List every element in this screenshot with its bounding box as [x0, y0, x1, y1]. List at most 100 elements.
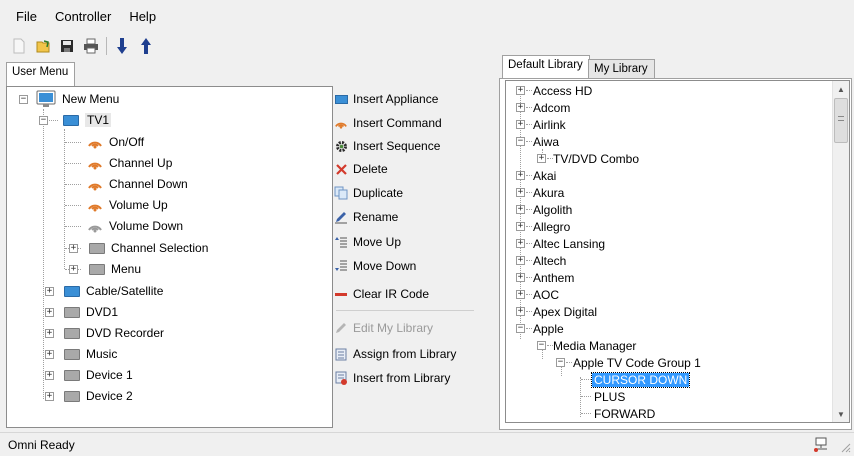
library-code[interactable]: PLUS: [594, 388, 625, 405]
library-brand[interactable]: Altec Lansing: [533, 235, 605, 252]
expand-toggle[interactable]: +: [69, 244, 78, 253]
user-menu-tree[interactable]: − New Menu − TV1 On/Off Channel Up Chann…: [6, 86, 333, 428]
tree-node-appliance[interactable]: Music: [64, 344, 117, 364]
move-down-button[interactable]: Move Down: [334, 255, 416, 277]
tab-my-library[interactable]: My Library: [588, 59, 655, 78]
library-brand[interactable]: Airlink: [533, 116, 566, 133]
tree-node-tv1[interactable]: TV1: [63, 110, 112, 130]
expand-toggle[interactable]: +: [516, 273, 525, 282]
tree-node-root[interactable]: New Menu: [36, 89, 119, 109]
tree-node-command[interactable]: On/Off: [87, 132, 144, 152]
delete-button[interactable]: Delete: [334, 158, 388, 180]
library-brand[interactable]: Apex Digital: [533, 303, 597, 320]
expand-toggle[interactable]: +: [516, 171, 525, 180]
library-brand[interactable]: Akura: [533, 184, 564, 201]
appliance-icon: [64, 285, 80, 297]
expand-toggle[interactable]: +: [537, 154, 546, 163]
library-brand[interactable]: Algolith: [533, 201, 572, 218]
library-brand[interactable]: Allegro: [533, 218, 570, 235]
remote-signal-icon: [88, 162, 102, 170]
library-code-group[interactable]: Apple TV Code Group 1: [573, 354, 701, 371]
insert-sequence-button[interactable]: Insert Sequence: [334, 135, 440, 157]
library-brand[interactable]: AOC: [533, 286, 559, 303]
duplicate-button[interactable]: Duplicate: [334, 182, 403, 204]
move-up-toolbar-button[interactable]: [135, 35, 157, 57]
move-up-button[interactable]: Move Up: [334, 231, 401, 253]
collapse-toggle[interactable]: −: [516, 137, 525, 146]
scrollbar-thumb[interactable]: [834, 98, 848, 143]
expand-toggle[interactable]: +: [45, 287, 54, 296]
library-brand[interactable]: Apple: [533, 320, 564, 337]
print-button[interactable]: [80, 35, 102, 57]
insert-command-button[interactable]: Insert Command: [334, 112, 442, 134]
expand-toggle[interactable]: +: [516, 205, 525, 214]
command-label: Channel Down: [109, 177, 188, 191]
expand-toggle[interactable]: +: [45, 350, 54, 359]
tree-node-appliance[interactable]: DVD1: [64, 302, 118, 322]
library-brand[interactable]: Adcom: [533, 99, 570, 116]
library-brand[interactable]: Altech: [533, 252, 566, 269]
tree-node-appliance[interactable]: Device 1: [64, 365, 133, 385]
library-device[interactable]: Media Manager: [553, 337, 636, 354]
duplicate-label: Duplicate: [353, 186, 404, 200]
expand-toggle[interactable]: +: [516, 103, 525, 112]
edit-my-library-button[interactable]: Edit My Library: [334, 317, 433, 339]
expand-toggle[interactable]: +: [516, 290, 525, 299]
resize-grip-icon[interactable]: [841, 443, 851, 453]
tree-node-command[interactable]: Channel Down: [87, 174, 188, 194]
expand-toggle[interactable]: +: [45, 392, 54, 401]
save-button[interactable]: [56, 35, 78, 57]
expand-toggle[interactable]: +: [45, 329, 54, 338]
library-device[interactable]: TV/DVD Combo: [553, 150, 639, 167]
expand-toggle[interactable]: +: [516, 307, 525, 316]
collapse-toggle[interactable]: −: [19, 95, 28, 104]
collapse-toggle[interactable]: −: [39, 116, 48, 125]
collapse-toggle[interactable]: −: [556, 358, 565, 367]
library-code-selected[interactable]: CURSOR DOWN: [590, 371, 691, 388]
move-down-toolbar-button[interactable]: [111, 35, 133, 57]
library-brand[interactable]: Access HD: [533, 82, 592, 99]
toolbar: [8, 33, 157, 59]
library-brand[interactable]: Anthem: [533, 269, 574, 286]
menu-help[interactable]: Help: [123, 7, 162, 26]
tree-node-command[interactable]: Channel Up: [87, 153, 172, 173]
library-code[interactable]: FORWARD: [594, 405, 655, 422]
expand-toggle[interactable]: +: [516, 188, 525, 197]
rename-button[interactable]: Rename: [334, 206, 398, 228]
insert-appliance-button[interactable]: Insert Appliance: [334, 88, 438, 110]
tab-default-library[interactable]: Default Library: [502, 55, 590, 78]
tree-node-appliance[interactable]: Device 2: [64, 386, 133, 406]
insert-from-library-button[interactable]: Insert from Library: [334, 367, 450, 389]
expand-toggle[interactable]: +: [516, 256, 525, 265]
scroll-up-icon[interactable]: ▲: [833, 81, 849, 97]
tab-user-menu[interactable]: User Menu: [6, 62, 76, 86]
expand-toggle[interactable]: +: [516, 120, 525, 129]
assign-from-library-button[interactable]: Assign from Library: [334, 343, 456, 365]
expand-toggle[interactable]: +: [45, 371, 54, 380]
library-brand[interactable]: Aiwa: [533, 133, 559, 150]
tree-node-command[interactable]: Volume Down: [87, 216, 183, 236]
menu-controller[interactable]: Controller: [49, 7, 117, 26]
menu-file[interactable]: File: [10, 7, 43, 26]
expand-toggle[interactable]: +: [516, 239, 525, 248]
new-button[interactable]: [8, 35, 30, 57]
group-label: Channel Selection: [111, 241, 209, 255]
library-brand[interactable]: Akai: [533, 167, 556, 184]
clear-ir-code-button[interactable]: Clear IR Code: [334, 283, 429, 305]
tree-node-appliance[interactable]: DVD Recorder: [64, 323, 164, 343]
expand-toggle[interactable]: +: [516, 86, 525, 95]
open-button[interactable]: [32, 35, 54, 57]
library-tree[interactable]: + Access HD + Adcom + Airlink − Aiwa + T…: [505, 80, 850, 423]
expand-toggle[interactable]: +: [516, 222, 525, 231]
collapse-toggle[interactable]: −: [537, 341, 546, 350]
tree-node-group[interactable]: Menu: [89, 259, 141, 279]
scroll-down-icon[interactable]: ▼: [833, 406, 849, 422]
tree-node-appliance[interactable]: Cable/Satellite: [64, 281, 163, 301]
tree-node-command[interactable]: Volume Up: [87, 195, 168, 215]
vertical-scrollbar[interactable]: ▲ ▼: [832, 81, 849, 422]
appliance-icon: [334, 92, 348, 106]
tree-node-group[interactable]: Channel Selection: [89, 238, 208, 258]
expand-toggle[interactable]: +: [45, 308, 54, 317]
expand-toggle[interactable]: +: [69, 265, 78, 274]
collapse-toggle[interactable]: −: [516, 324, 525, 333]
